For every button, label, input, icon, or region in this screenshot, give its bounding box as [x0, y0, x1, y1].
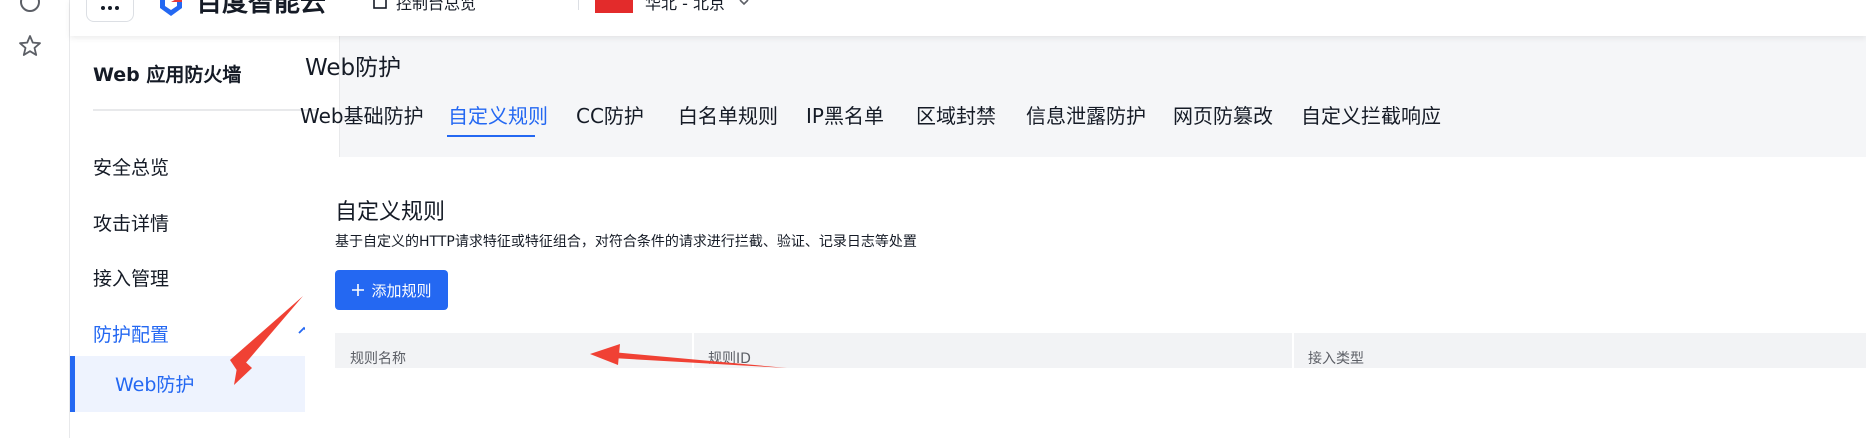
- table-header-access-type[interactable]: 接入类型: [1308, 348, 1364, 368]
- tab-region-block[interactable]: 区域封禁: [916, 100, 996, 129]
- tab-whitelist-rules[interactable]: 白名单规则: [678, 100, 778, 129]
- custom-rules-card: 自定义规则 基于自定义的HTTP请求特征或特征组合，对符合条件的请求进行拦截、验…: [305, 157, 1866, 438]
- circle-icon[interactable]: [16, 0, 44, 16]
- table-header-rule-id[interactable]: 规则ID: [708, 348, 751, 368]
- card-title: 自定义规则: [335, 200, 446, 225]
- page-title: Web防护: [305, 55, 402, 81]
- global-rail: [0, 0, 70, 438]
- plus-icon: [352, 284, 365, 296]
- sidebar-subitem-web-protection[interactable]: Web防护: [70, 356, 340, 412]
- chevron-down-icon: [739, 0, 749, 6]
- baidu-cloud-logo-mark: [160, 0, 182, 16]
- tab-cc-protection[interactable]: CC防护: [576, 100, 644, 129]
- console-icon: [373, 0, 387, 9]
- sidebar-title: Web 应用防火墙: [93, 64, 242, 86]
- header-divider: [578, 0, 579, 10]
- table-header-separator: [692, 333, 694, 368]
- add-rule-button[interactable]: 添加规则: [335, 270, 448, 310]
- top-header: 百度智能云 控制台总览 华北 - 北京: [70, 0, 1866, 36]
- sidebar-item-attack-details[interactable]: 攻击详情: [93, 209, 169, 236]
- logo-text: 百度智能云: [196, 0, 327, 18]
- tab-info-leak-protection[interactable]: 信息泄露防护: [1026, 100, 1146, 129]
- apps-grid-button[interactable]: [86, 0, 134, 22]
- sidebar-divider: [93, 109, 317, 111]
- china-flag-icon: [595, 0, 633, 13]
- table-header-rule-name[interactable]: 规则名称: [350, 348, 406, 368]
- region-label: 华北 - 北京: [645, 0, 725, 13]
- active-tab-indicator: [447, 135, 535, 137]
- tab-web-basic-protection[interactable]: Web基础防护: [300, 100, 424, 129]
- sidebar-item-protection-config[interactable]: 防护配置: [93, 320, 169, 347]
- tab-tamper-protection[interactable]: 网页防篡改: [1173, 100, 1273, 129]
- tab-custom-rules[interactable]: 自定义规则: [448, 100, 548, 129]
- tab-ip-blacklist[interactable]: IP黑名单: [806, 100, 884, 129]
- star-icon[interactable]: [16, 32, 44, 60]
- card-description: 基于自定义的HTTP请求特征或特征组合，对符合条件的请求进行拦截、验证、记录日志…: [335, 234, 917, 250]
- add-rule-label: 添加规则: [371, 281, 432, 300]
- console-label: 控制台总览: [396, 0, 477, 13]
- apps-grid-icon: [101, 6, 119, 10]
- sidebar-item-overview[interactable]: 安全总览: [93, 153, 169, 180]
- baidu-cloud-logo[interactable]: 百度智能云: [156, 0, 326, 18]
- table-header-separator: [1292, 333, 1294, 368]
- console-overview-link[interactable]: 控制台总览: [372, 0, 476, 14]
- region-selector[interactable]: 华北 - 北京: [595, 0, 751, 14]
- product-sidebar: Web 应用防火墙 安全总览 攻击详情 接入管理 防护配置 Web防护: [70, 36, 340, 438]
- tab-custom-block-response[interactable]: 自定义拦截响应: [1301, 100, 1441, 129]
- rules-table-header: 规则名称 规则ID 接入类型: [335, 333, 1866, 368]
- sidebar-subitem-label: Web防护: [115, 374, 195, 396]
- sidebar-item-access-management[interactable]: 接入管理: [93, 264, 169, 291]
